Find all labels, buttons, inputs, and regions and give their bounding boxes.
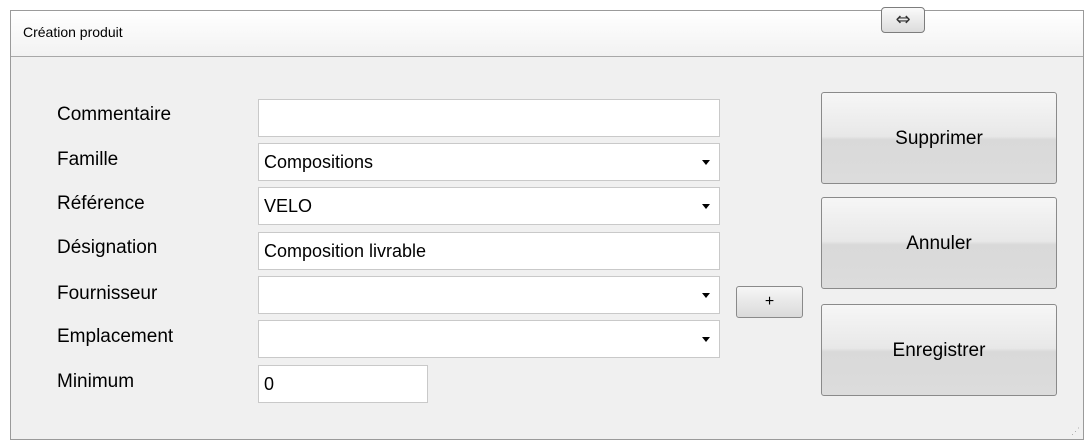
fournisseur-select[interactable] — [258, 276, 720, 314]
famille-value: Compositions — [264, 152, 374, 172]
product-creation-window: Création produit ⇔ Commentaire Famille R… — [10, 7, 1084, 440]
reference-label: Référence — [57, 193, 145, 214]
designation-value: Composition livrable — [264, 241, 427, 261]
annuler-button[interactable]: Annuler — [821, 197, 1057, 289]
chevron-down-icon — [702, 160, 710, 165]
add-fournisseur-button[interactable]: + — [736, 286, 803, 318]
minimum-input[interactable]: 0 — [258, 365, 428, 403]
reference-value: VELO — [264, 196, 313, 216]
resize-arrows-icon[interactable]: ⇔ — [881, 7, 925, 33]
emplacement-select[interactable] — [258, 320, 720, 358]
emplacement-label: Emplacement — [57, 326, 174, 347]
resize-grip-icon[interactable]: ⋰ — [1071, 426, 1080, 437]
title-bar: Création produit ⇔ — [11, 7, 1083, 57]
chevron-down-icon — [702, 204, 710, 209]
fournisseur-label: Fournisseur — [57, 283, 158, 304]
famille-label: Famille — [57, 149, 119, 170]
commentaire-label: Commentaire — [57, 104, 172, 125]
minimum-label: Minimum — [57, 371, 135, 392]
designation-input[interactable]: Composition livrable — [258, 232, 720, 270]
reference-select[interactable]: VELO — [258, 187, 720, 225]
designation-label: Désignation — [57, 237, 158, 258]
chevron-down-icon — [702, 293, 710, 298]
supprimer-button[interactable]: Supprimer — [821, 92, 1057, 184]
commentaire-input[interactable] — [258, 99, 720, 137]
minimum-value: 0 — [264, 374, 275, 394]
famille-select[interactable]: Compositions — [258, 143, 720, 181]
window-title: Création produit — [23, 24, 123, 40]
chevron-down-icon — [702, 337, 710, 342]
enregistrer-button[interactable]: Enregistrer — [821, 304, 1057, 396]
